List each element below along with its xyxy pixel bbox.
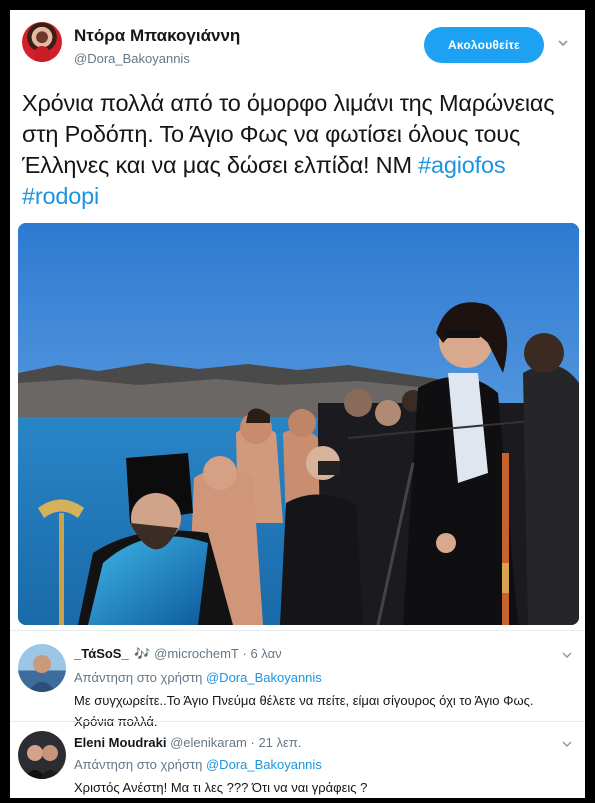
chevron-down-icon[interactable] bbox=[558, 38, 568, 48]
author-name[interactable]: Ντόρα Μπακογιάννη bbox=[74, 26, 240, 46]
avatar-illustration bbox=[28, 655, 56, 692]
reply-author-handle[interactable]: @microchemT bbox=[154, 646, 239, 661]
reply-to-prefix: Απάντηση στο χρήστη bbox=[74, 757, 203, 772]
author-avatar[interactable] bbox=[22, 22, 62, 62]
tweet-photo[interactable] bbox=[18, 223, 579, 625]
reply-item[interactable]: Eleni Moudraki @elenikaram · 21 λεπ. Απά… bbox=[10, 721, 585, 798]
reply-item[interactable]: _ΤάSoS_ 🎶 @microchemT · 6 λαν Απάντηση σ… bbox=[10, 630, 585, 729]
reply-timestamp[interactable]: 21 λεπ. bbox=[258, 735, 301, 750]
reply-author-handle[interactable]: @elenikaram bbox=[170, 735, 247, 750]
reply-author[interactable]: Eleni Moudraki @elenikaram · 21 λεπ. bbox=[74, 735, 301, 750]
author-handle[interactable]: @Dora_Bakoyannis bbox=[74, 51, 190, 66]
reply-author-name[interactable]: _ΤάSoS_ bbox=[74, 646, 129, 661]
reply-to-link[interactable]: @Dora_Bakoyannis bbox=[206, 670, 322, 685]
tweet-card: Ντόρα Μπακογιάννη @Dora_Bakoyannis Ακολο… bbox=[10, 10, 585, 798]
hashtag-rodopi[interactable]: #rodopi bbox=[22, 183, 99, 209]
following-button[interactable]: Ακολουθείτε bbox=[424, 27, 544, 63]
chevron-down-icon[interactable] bbox=[562, 740, 572, 748]
reply-to-line: Απάντηση στο χρήστη @Dora_Bakoyannis bbox=[74, 757, 322, 772]
hashtag-agiofos[interactable]: #agiofos bbox=[418, 152, 505, 178]
photo-illustration bbox=[18, 223, 579, 625]
reply-avatar[interactable] bbox=[18, 644, 66, 692]
music-notes-icon: 🎶 bbox=[134, 646, 151, 661]
tweet-text: Χρόνια πολλά από το όμορφο λιμάνι της Μα… bbox=[22, 88, 572, 212]
reply-to-link[interactable]: @Dora_Bakoyannis bbox=[206, 757, 322, 772]
reply-to-line: Απάντηση στο χρήστη @Dora_Bakoyannis bbox=[74, 670, 322, 685]
chevron-down-icon[interactable] bbox=[562, 651, 572, 659]
reply-avatar[interactable] bbox=[18, 731, 66, 779]
reply-to-prefix: Απάντηση στο χρήστη bbox=[74, 670, 203, 685]
reply-timestamp[interactable]: 6 λαν bbox=[250, 646, 281, 661]
reply-author-name[interactable]: Eleni Moudraki bbox=[74, 735, 166, 750]
avatar-illustration bbox=[24, 745, 62, 779]
reply-text: Χριστός Ανέστη! Μα τι λες ??? Ότι να ναι… bbox=[74, 780, 368, 795]
reply-author[interactable]: _ΤάSoS_ 🎶 @microchemT · 6 λαν bbox=[74, 646, 282, 662]
